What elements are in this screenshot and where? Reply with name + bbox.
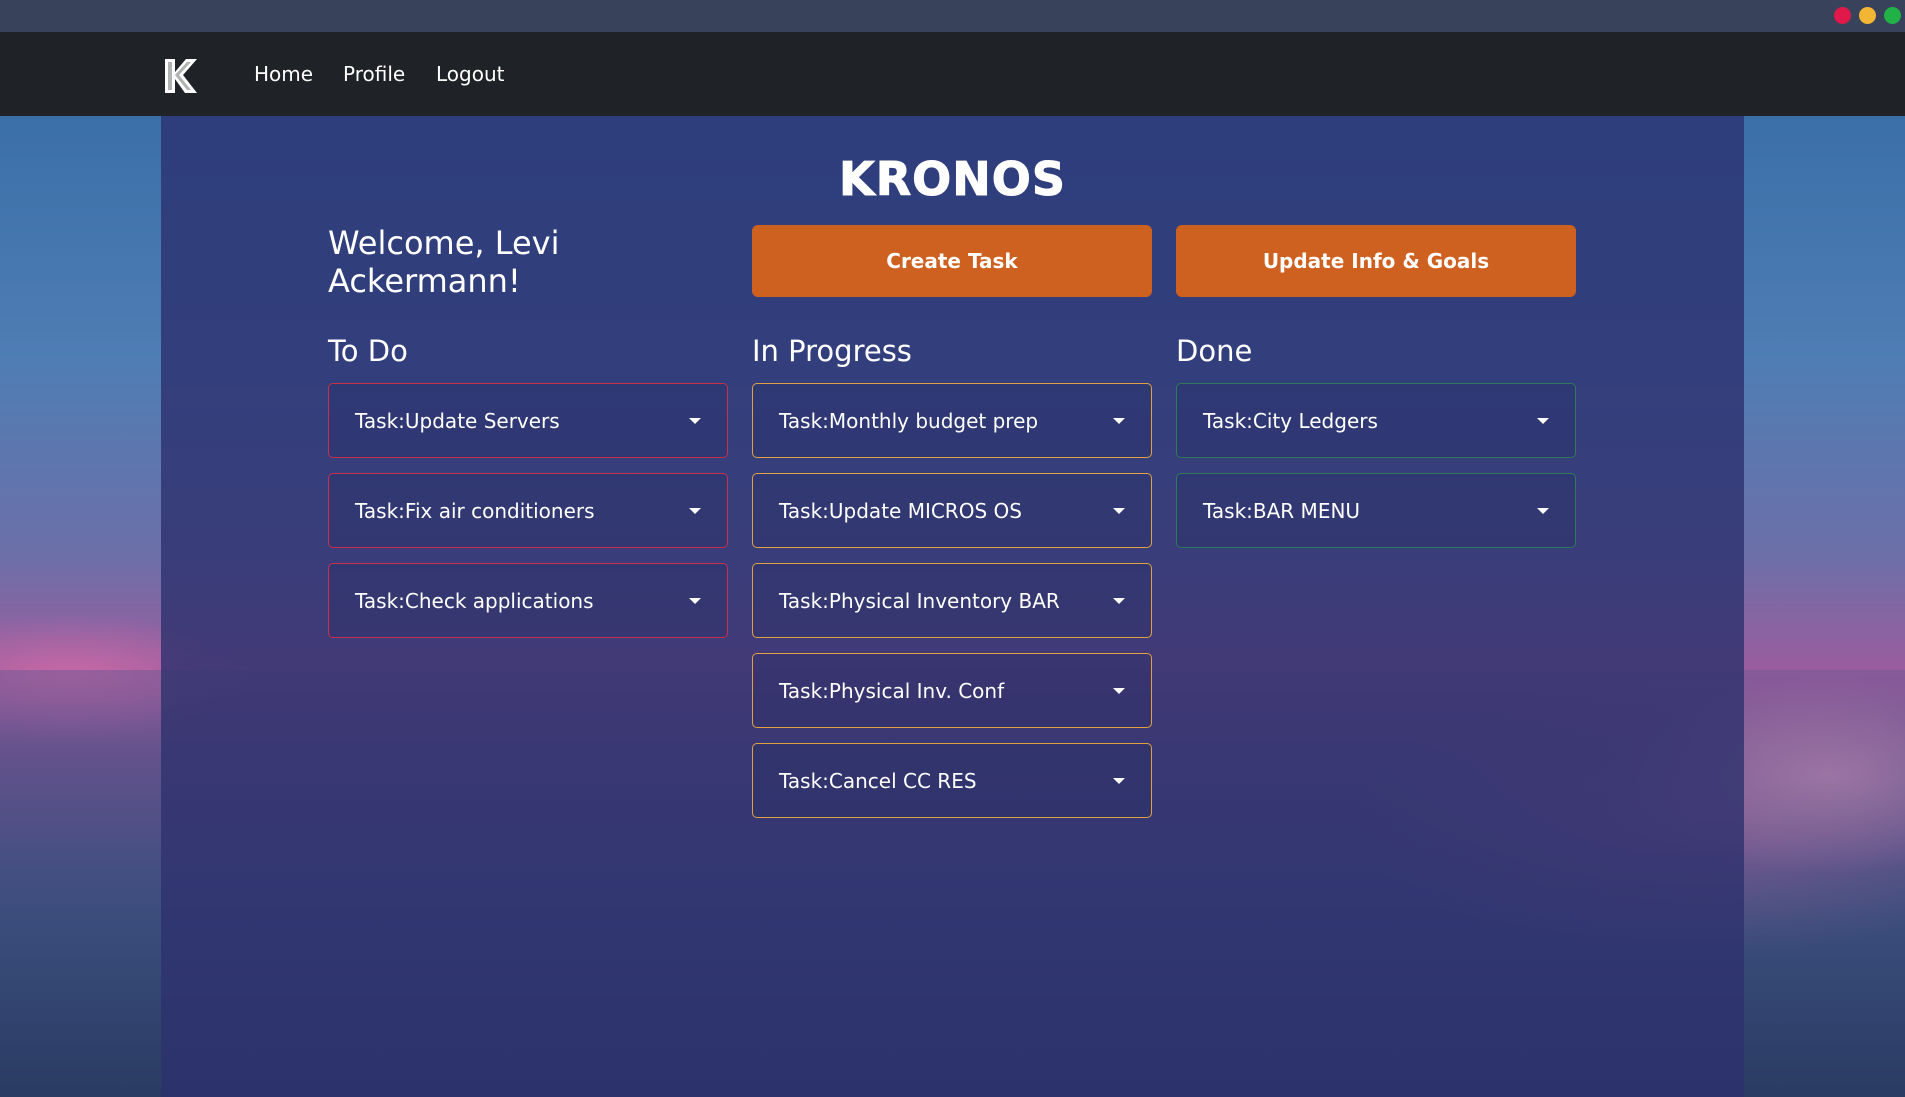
task-label: Task:Monthly budget prep — [779, 408, 1039, 433]
task-dropdown[interactable]: Task:Physical Inventory BAR — [752, 563, 1152, 638]
done-column-heading: Done — [1176, 334, 1253, 368]
task-dropdown[interactable]: Task:Physical Inv. Conf — [752, 653, 1152, 728]
task-label: Task:Physical Inv. Conf — [779, 678, 1005, 703]
caret-down-icon — [689, 507, 701, 514]
task-label: Task:Cancel CC RES — [779, 768, 977, 793]
caret-down-icon — [1113, 417, 1125, 424]
todo-task-list: Task:Update Servers Task:Fix air conditi… — [328, 383, 728, 653]
maximize-window-button[interactable] — [1884, 7, 1901, 24]
nav-logout-link[interactable]: Logout — [436, 62, 504, 86]
caret-down-icon — [1113, 597, 1125, 604]
window-titlebar — [0, 0, 1905, 32]
window-controls — [1834, 7, 1901, 24]
task-label: Task:Fix air conditioners — [355, 498, 595, 523]
task-label: Task:City Ledgers — [1203, 408, 1378, 433]
minimize-window-button[interactable] — [1859, 7, 1876, 24]
welcome-message: Welcome, Levi Ackermann! — [328, 224, 560, 300]
task-label: Task:BAR MENU — [1203, 498, 1361, 523]
kronos-k-logo-icon[interactable] — [164, 58, 198, 94]
task-label: Task:Physical Inventory BAR — [779, 588, 1060, 613]
task-dropdown[interactable]: Task:BAR MENU — [1176, 473, 1576, 548]
nav-profile-link[interactable]: Profile — [343, 62, 405, 86]
caret-down-icon — [1113, 687, 1125, 694]
close-window-button[interactable] — [1834, 7, 1851, 24]
task-label: Task:Update Servers — [355, 408, 560, 433]
caret-down-icon — [1113, 777, 1125, 784]
in-progress-task-list: Task:Monthly budget prep Task:Update MIC… — [752, 383, 1152, 833]
create-task-button[interactable]: Create Task — [752, 225, 1152, 297]
task-dropdown[interactable]: Task:Check applications — [328, 563, 728, 638]
nav-home-link[interactable]: Home — [254, 62, 313, 86]
caret-down-icon — [1537, 417, 1549, 424]
caret-down-icon — [1113, 507, 1125, 514]
task-dropdown[interactable]: Task:Fix air conditioners — [328, 473, 728, 548]
update-info-goals-button[interactable]: Update Info & Goals — [1176, 225, 1576, 297]
done-task-list: Task:City Ledgers Task:BAR MENU — [1176, 383, 1576, 563]
app-title: KRONOS — [839, 152, 1066, 207]
caret-down-icon — [689, 597, 701, 604]
caret-down-icon — [1537, 507, 1549, 514]
in-progress-column-heading: In Progress — [752, 334, 912, 368]
task-label: Task:Update MICROS OS — [779, 498, 1022, 523]
task-dropdown[interactable]: Task:Monthly budget prep — [752, 383, 1152, 458]
task-dropdown[interactable]: Task:Update MICROS OS — [752, 473, 1152, 548]
task-label: Task:Check applications — [355, 588, 594, 613]
task-dropdown[interactable]: Task:Update Servers — [328, 383, 728, 458]
todo-column-heading: To Do — [328, 334, 408, 368]
task-dropdown[interactable]: Task:City Ledgers — [1176, 383, 1576, 458]
caret-down-icon — [689, 417, 701, 424]
top-navbar: Home Profile Logout — [0, 32, 1905, 116]
task-dropdown[interactable]: Task:Cancel CC RES — [752, 743, 1152, 818]
